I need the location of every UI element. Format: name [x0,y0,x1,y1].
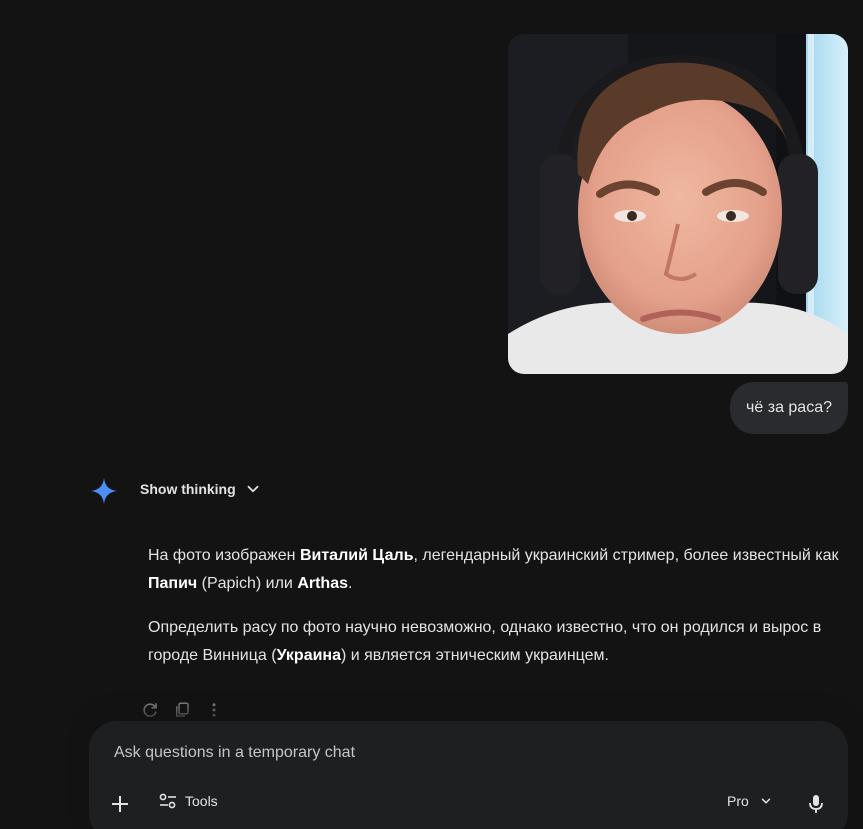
prompt-input[interactable] [112,743,816,763]
response-bold: Украина [276,647,341,664]
tools-label: Tools [185,793,218,809]
tools-button[interactable]: Tools [159,793,218,809]
response-paragraph-2: Определить расу по фото научно невозможн… [148,614,843,670]
prompt-composer: Tools Pro [89,721,848,829]
gemini-spark-icon [90,477,118,505]
copy-icon[interactable] [172,700,192,720]
response-bold: Arthas [297,575,348,592]
response-bold: Виталий Цаль [299,547,414,564]
show-thinking-label: Show thinking [140,481,236,497]
regenerate-icon[interactable] [140,700,160,720]
user-message-bubble: чё за раса? [730,382,848,434]
more-options-icon[interactable] [204,700,224,720]
response-text: , легендарный украинский стример, более … [413,547,839,564]
response-text: На фото изображен [148,547,300,564]
model-label: Pro [727,793,749,809]
chevron-down-icon [247,485,259,493]
tools-sliders-icon [159,793,176,809]
chat-page: чё за раса? Show thinking На фото изобра… [0,0,863,829]
user-message-text: чё за раса? [746,399,832,416]
response-text: (Papich) или [197,575,298,592]
plus-icon [112,796,128,812]
microphone-icon [809,795,823,813]
add-attachment-button[interactable] [107,791,133,817]
chevron-down-icon [761,798,771,804]
microphone-button[interactable] [805,793,827,815]
uploaded-photo[interactable] [508,34,848,374]
model-response: На фото изображен Виталий Цаль, легендар… [148,542,843,686]
model-selector[interactable]: Pro [727,793,773,809]
response-text: ) и является этническим украинцем. [340,647,609,664]
show-thinking-toggle[interactable]: Show thinking [140,480,262,498]
response-paragraph-1: На фото изображен Виталий Цаль, легендар… [148,542,843,598]
response-actions [140,700,224,720]
response-bold: Папич [148,575,198,592]
photo-illustration [508,34,848,374]
response-text: . [348,575,353,592]
